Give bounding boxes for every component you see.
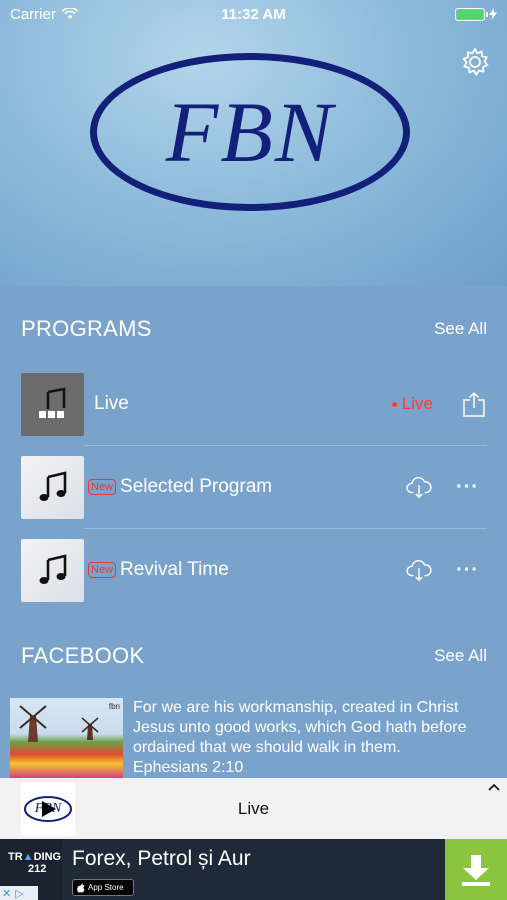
facebook-post-reference: Ephesians 2:10 [133,759,244,776]
program-title-wrap: New Revival Time [88,559,406,581]
image-caption: fbn [108,702,120,711]
live-thumbnail [21,372,84,436]
status-bar: Carrier 11:32 AM [0,0,507,28]
facebook-see-all-link[interactable]: See All [434,646,487,666]
music-note-icon [39,554,66,584]
more-options-icon[interactable]: ··· [456,559,479,582]
facebook-post-image: fbn [10,698,123,778]
ad-close-area[interactable]: ✕ ▷ [0,886,38,900]
more-options-icon[interactable]: ··· [456,476,479,499]
program-row-live[interactable]: Live Live [21,372,487,436]
facebook-title: FACEBOOK [21,643,145,668]
share-icon[interactable] [461,391,487,417]
new-badge: New [88,562,117,578]
ad-brand-number: 212 [28,863,47,875]
apple-icon [77,882,85,892]
cloud-download-icon[interactable] [406,474,432,500]
download-icon [462,854,490,886]
facebook-header: FACEBOOK See All [21,643,487,669]
ad-download-button[interactable] [445,839,507,900]
row-divider [84,528,487,529]
status-time: 11:32 AM [221,5,286,23]
facebook-post-text: For we are his workmanship, created in C… [133,699,467,756]
programs-header: PROGRAMS See All [21,316,487,342]
app-store-badge[interactable]: App Store [72,879,134,896]
facebook-post[interactable]: fbn For we are his workmanship, created … [10,698,497,778]
app-store-label: App Store [88,883,124,892]
program-title: Revival Time [120,559,229,580]
program-title: Selected Program [120,476,273,497]
cloud-download-icon[interactable] [406,557,432,583]
windmill-image [19,705,99,742]
live-indicator: Live [391,394,433,414]
program-thumbnail [21,538,84,602]
program-row-selected[interactable]: New Selected Program ··· [21,455,487,519]
program-title-wrap: New Selected Program [88,476,406,498]
close-icon[interactable]: ✕ [2,887,11,900]
chevron-up-icon[interactable] [488,780,500,794]
music-note-icon [39,471,66,501]
player-title: Live [237,798,270,818]
live-label: Live [401,394,433,413]
ad-banner[interactable]: TR▲DING 212 Forex, Petrol și Aur App Sto… [0,839,507,900]
ad-title: Forex, Petrol și Aur [72,847,251,870]
programs-see-all-link[interactable]: See All [434,319,487,339]
program-row-revival[interactable]: New Revival Time ··· [21,538,487,602]
programs-title: PROGRAMS [21,316,152,341]
program-thumbnail [21,455,84,519]
ad-brand-text: TR▲DING [8,851,62,863]
new-badge: New [88,479,117,495]
gear-icon[interactable] [459,46,491,78]
facebook-post-text-wrap: For we are his workmanship, created in C… [133,698,497,778]
header-banner: FBN [0,0,507,286]
mini-player[interactable]: FBN Live [0,778,507,839]
fbn-logo: FBN [165,84,335,180]
row-divider [84,445,487,446]
adchoices-icon[interactable]: ▷ [15,887,23,900]
music-note-icon [37,387,68,420]
battery-icon [455,7,488,21]
live-dot-icon [391,401,397,407]
program-title: Live [94,393,129,414]
